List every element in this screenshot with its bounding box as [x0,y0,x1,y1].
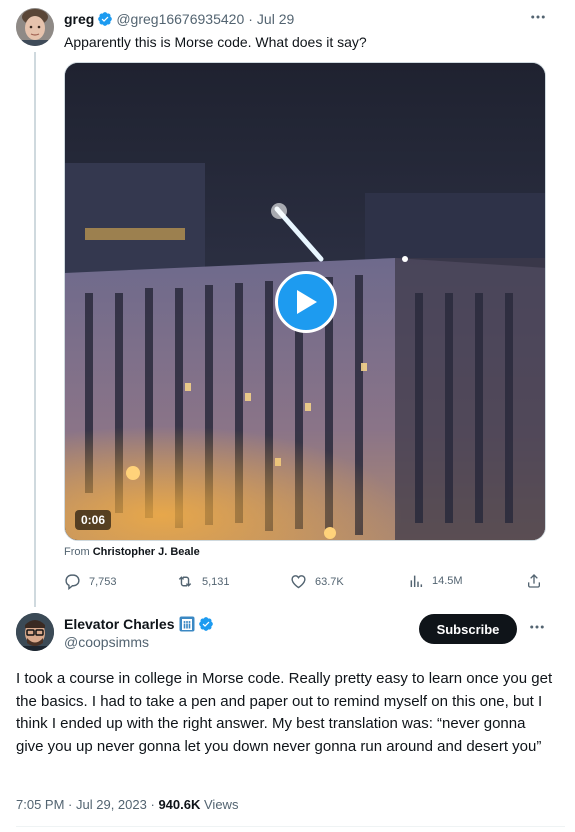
tweet-text: I took a course in college in Morse code… [16,670,553,755]
verified-icon [98,12,113,26]
author-name[interactable]: greg [64,10,94,28]
share-button[interactable] [526,573,550,589]
from-name[interactable]: Christopher J. Beale [93,546,200,558]
reply-count: 7,753 [89,575,117,588]
video-player[interactable]: 0:06 [64,62,546,541]
avatar[interactable] [16,613,54,651]
reply-button[interactable]: 7,753 [64,573,117,590]
tweet-header: Elevator Charles [64,615,217,633]
more-options-button[interactable] [529,8,547,31]
tweet-date[interactable]: Jul 29, 2023 [76,797,147,812]
action-bar: 7,753 5,131 63.7K 14.5M [64,573,546,593]
tweet-date[interactable]: Jul 29 [257,10,294,28]
separator-dot: · [150,797,155,812]
subscribe-button[interactable]: Subscribe [419,614,517,644]
play-button[interactable] [275,271,337,333]
video-duration: 0:06 [75,510,112,530]
avatar-image [16,613,54,651]
views-label: Views [204,797,239,812]
tweet-meta: 7:05 PM · Jul 29, 2023 · 940.6K Views [16,797,238,812]
like-button[interactable]: 63.7K [290,573,344,590]
separator-dot: · [68,797,73,812]
from-label: From [64,546,90,558]
separator-dot: · [248,11,253,27]
verified-icon [198,617,213,631]
more-icon [531,15,545,19]
media-attribution: From Christopher J. Beale [64,546,200,558]
tweet-time[interactable]: 7:05 PM [16,797,64,812]
more-icon [530,625,544,629]
views-count: 940.6K [158,797,201,812]
views-button[interactable]: 14.5M [408,573,463,589]
like-icon [291,575,306,589]
views-count: 14.5M [432,575,463,587]
avatar[interactable] [16,8,54,46]
views-icon [410,575,423,587]
repost-count: 5,131 [202,575,230,588]
avatar-image [16,8,54,46]
play-icon [297,290,317,314]
repost-icon [178,576,192,587]
more-options-button[interactable] [528,618,546,641]
share-icon [528,574,540,588]
author-handle[interactable]: @greg16676935420 [116,10,244,28]
tweet-header: greg @greg16676935420 · Jul 29 [64,10,294,28]
tweet-text: Apparently this is Morse code. What does… [64,34,367,50]
author-name[interactable]: Elevator Charles [64,615,175,633]
author-handle[interactable]: @coopsimms [64,634,149,650]
elevator-emoji-icon [179,616,194,632]
reply-icon [65,574,80,590]
thread-connector-line [34,52,36,607]
divider [16,826,565,827]
like-count: 63.7K [315,575,344,588]
repost-button[interactable]: 5,131 [176,573,230,590]
